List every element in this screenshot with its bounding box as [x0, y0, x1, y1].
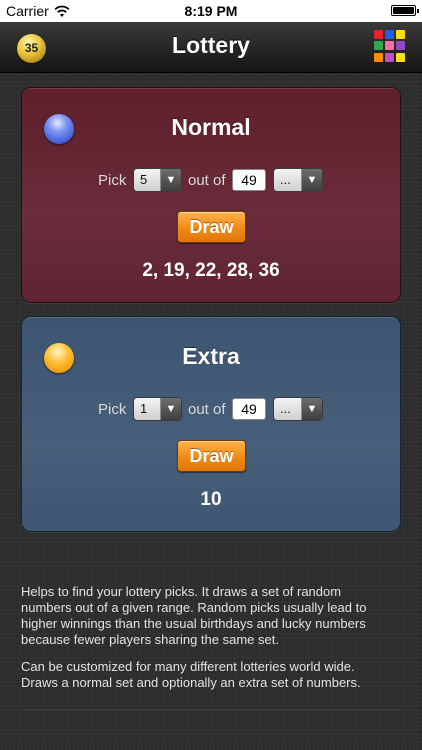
extra-range-select[interactable]: ... ▼ [273, 397, 323, 421]
grid-square [374, 30, 383, 39]
grid-square [385, 41, 394, 51]
grid-square [374, 41, 383, 51]
normal-range-select[interactable]: ... ▼ [273, 168, 323, 192]
pick-label: Pick [98, 401, 127, 418]
extra-panel: Extra Pick 1 ▼ out of ... ▼ Draw 10 [21, 316, 401, 532]
color-grid-icon[interactable] [374, 30, 406, 62]
extra-range-max-input[interactable] [232, 398, 266, 420]
normal-title: Normal [171, 114, 251, 140]
chevron-down-icon: ▼ [301, 169, 322, 191]
extra-pick-count-select[interactable]: 1 ▼ [133, 397, 182, 421]
status-bar: Carrier 8:19 PM [0, 0, 422, 22]
grid-square [385, 52, 394, 62]
normal-range-max-input[interactable] [232, 169, 266, 191]
extra-pick-count-value: 1 [140, 401, 148, 416]
description-paragraph: Can be customized for many different lot… [21, 659, 361, 690]
normal-pick-count-value: 5 [140, 172, 148, 187]
chevron-down-icon: ▼ [160, 169, 181, 191]
out-of-label: out of [188, 172, 226, 189]
battery-icon [391, 5, 419, 16]
normal-range-option: ... [280, 172, 291, 187]
navigation-bar: 35 Lottery [0, 22, 422, 73]
grid-square [396, 30, 405, 39]
normal-pick-count-select[interactable]: 5 ▼ [133, 168, 182, 192]
app-description: Helps to find your lottery picks. It dra… [21, 584, 381, 702]
chevron-down-icon: ▼ [160, 398, 181, 420]
out-of-label: out of [188, 401, 226, 418]
page-title: Lottery [172, 32, 250, 58]
normal-panel: Normal Pick 5 ▼ out of ... ▼ Draw 2, 19,… [21, 87, 401, 303]
grid-square [374, 52, 383, 62]
grid-square [385, 30, 394, 39]
extra-result: 10 [200, 489, 222, 510]
pick-label: Pick [98, 172, 127, 189]
chevron-down-icon: ▼ [301, 398, 322, 420]
description-paragraph: Helps to find your lottery picks. It dra… [21, 584, 367, 647]
divider [21, 709, 401, 710]
grid-square [396, 52, 405, 62]
normal-result: 2, 19, 22, 28, 36 [142, 260, 280, 281]
normal-draw-button[interactable]: Draw [177, 211, 246, 243]
extra-range-option: ... [280, 401, 291, 416]
extra-pick-row: Pick 1 ▼ out of ... ▼ [22, 397, 400, 423]
normal-pick-row: Pick 5 ▼ out of ... ▼ [22, 168, 400, 194]
status-time: 8:19 PM [184, 3, 238, 19]
extra-draw-button[interactable]: Draw [177, 440, 246, 472]
extra-title: Extra [182, 343, 240, 369]
grid-square [396, 41, 405, 51]
